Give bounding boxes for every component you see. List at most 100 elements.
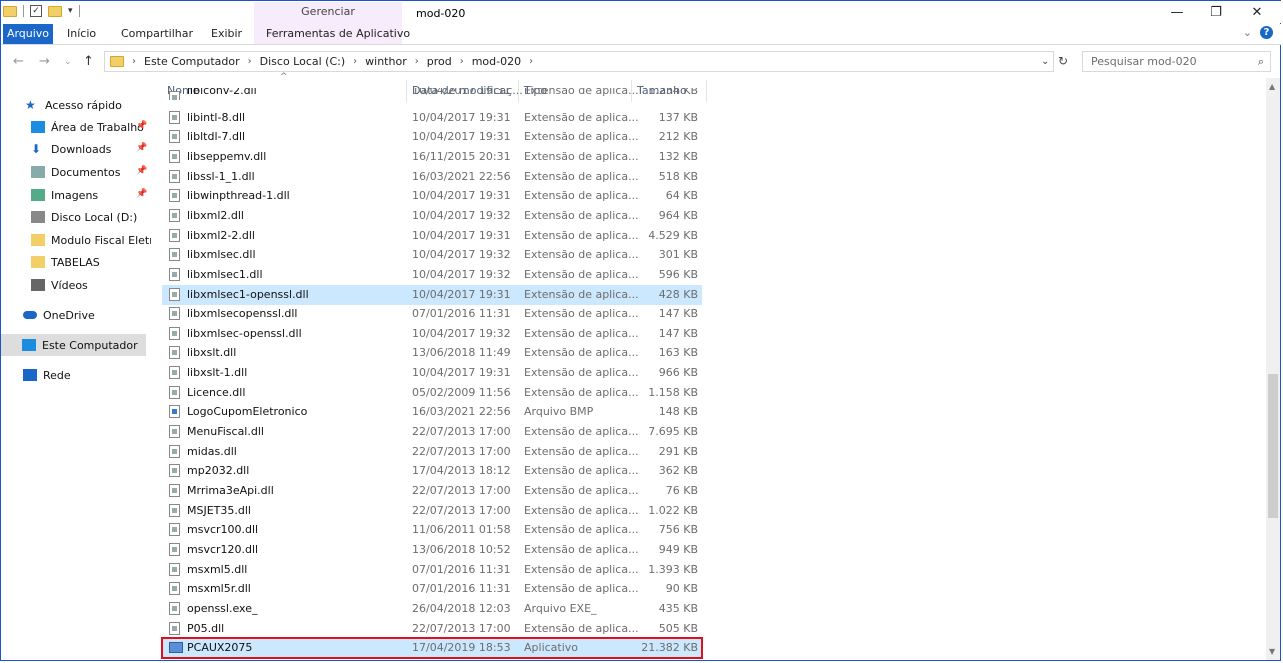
help-icon[interactable]: ? xyxy=(1260,26,1273,39)
file-row[interactable]: libssl-1_1.dll 16/03/2021 22:56 Extensão d… xyxy=(162,167,702,187)
vertical-scrollbar[interactable]: ▲ ▼ xyxy=(1266,78,1280,660)
customize-toolbar-icon[interactable]: ▾ xyxy=(68,6,73,16)
file-date: 11/06/2011 01:58 xyxy=(412,523,511,537)
forward-arrow-icon[interactable]: → xyxy=(39,54,50,69)
file-row[interactable]: libxml2.dll 10/04/2017 19:32 Extensão de a… xyxy=(162,206,702,226)
tab-view[interactable]: Exibir xyxy=(211,24,242,44)
tab-share[interactable]: Compartilhar xyxy=(121,24,193,44)
file-size: 756 KB xyxy=(658,523,698,537)
file-row[interactable]: libxmlsec-openssl.dll 10/04/2017 19:32 Ext… xyxy=(162,324,702,344)
file-row[interactable]: LogoCupomEletronico 16/03/2021 22:56 Arqui… xyxy=(162,402,702,422)
breadcrumb-prod[interactable]: prod xyxy=(427,55,452,68)
file-row[interactable]: libseppemv.dll 16/11/2015 20:31 Extensão d… xyxy=(162,147,702,167)
search-input[interactable]: Pesquisar mod-020 ⌕ xyxy=(1082,51,1271,72)
file-name: msvcr100.dll xyxy=(187,523,259,537)
breadcrumb-winthor[interactable]: winthor xyxy=(365,55,407,68)
file-row[interactable]: libxmlsecopenssl.dll 07/01/2016 11:31 Exte… xyxy=(162,304,702,324)
breadcrumb-separator-icon[interactable]: › xyxy=(353,56,357,67)
up-arrow-icon[interactable]: ↑ xyxy=(83,54,94,69)
tab-home[interactable]: Início xyxy=(67,24,96,44)
close-button[interactable]: ✕ xyxy=(1237,3,1277,23)
file-row[interactable]: libwinpthread-1.dll 10/04/2017 19:31 Exten… xyxy=(162,186,702,206)
file-row[interactable]: Licence.dll 05/02/2009 11:56 Extensão de a… xyxy=(162,383,702,403)
file-row[interactable]: libxml2-2.dll 10/04/2017 19:31 Extensão de… xyxy=(162,226,702,246)
minimize-button[interactable]: — xyxy=(1157,3,1197,23)
sidebar-item[interactable]: Área de Trabalho xyxy=(31,116,151,138)
breadcrumb-separator-icon[interactable]: › xyxy=(132,56,136,67)
file-size: 90 KB xyxy=(665,582,698,596)
tab-application-tools[interactable]: Ferramentas de Aplicativo xyxy=(266,24,410,44)
breadcrumb-separator-icon[interactable]: › xyxy=(248,56,252,67)
file-row[interactable]: Mrrima3eApi.dll 22/07/2013 17:00 Extensão … xyxy=(162,481,702,501)
breadcrumb-this-pc[interactable]: Este Computador xyxy=(144,55,240,68)
breadcrumb-drive-c[interactable]: Disco Local (C:) xyxy=(260,55,346,68)
file-date: 17/04/2013 18:12 xyxy=(412,464,511,478)
sidebar-item[interactable]: ★ Acesso rápido xyxy=(25,94,151,116)
file-date: 22/07/2013 17:00 xyxy=(412,444,511,458)
file-row[interactable]: MenuFiscal.dll 22/07/2013 17:00 Extensão d… xyxy=(162,422,702,442)
breadcrumb-separator-icon[interactable]: › xyxy=(415,56,419,67)
scroll-down-arrow-icon[interactable]: ▼ xyxy=(1269,647,1275,656)
properties-check-icon[interactable]: ✓ xyxy=(30,5,42,17)
column-divider[interactable] xyxy=(706,80,707,102)
file-icon xyxy=(169,346,180,360)
search-icon[interactable]: ⌕ xyxy=(1258,52,1264,71)
expand-ribbon-chevron-icon[interactable]: ⌄ xyxy=(1243,26,1252,39)
context-tab-manage[interactable]: Gerenciar xyxy=(254,2,402,25)
file-row[interactable]: msxml5.dll 07/01/2016 11:31 Extensão de ap… xyxy=(162,560,702,580)
file-row[interactable]: libxmlsec.dll 10/04/2017 19:32 Extensão de… xyxy=(162,245,702,265)
address-history-chevron-icon[interactable]: ⌄ xyxy=(1041,56,1049,67)
file-row[interactable]: libxslt-1.dll 10/04/2017 19:31 Extensão de… xyxy=(162,363,702,383)
file-type: Extensão de aplica... xyxy=(524,503,639,517)
file-row[interactable]: libintl-8.dll 10/04/2017 19:31 Extensão de… xyxy=(162,108,702,128)
maximize-button[interactable]: ❐ xyxy=(1196,3,1236,23)
sidebar-item[interactable]: Documentos xyxy=(31,161,151,183)
file-type: Extensão de aplica... xyxy=(524,169,639,183)
file-row[interactable]: libiconv-2.dll 10/04/2017 19:31 Extensão d… xyxy=(162,88,702,100)
file-date: 10/04/2017 19:32 xyxy=(412,267,511,281)
file-row[interactable]: P05.dll 22/07/2013 17:00 Extensão de aplic… xyxy=(162,619,702,639)
file-row[interactable]: libxmlsec1-openssl.dll 10/04/2017 19:31 Ex… xyxy=(162,284,702,305)
back-arrow-icon[interactable]: ← xyxy=(13,54,24,69)
file-type: Extensão de aplica... xyxy=(524,88,639,97)
sidebar-item[interactable]: Imagens xyxy=(31,184,151,206)
new-folder-icon[interactable] xyxy=(48,5,62,17)
file-row[interactable]: msxml5r.dll 07/01/2016 11:31 Extensão de a… xyxy=(162,579,702,599)
file-row[interactable]: mp2032.dll 17/04/2013 18:12 Extensão de ap… xyxy=(162,461,702,481)
scroll-up-arrow-icon[interactable]: ▲ xyxy=(1269,82,1275,91)
sidebar-item[interactable]: Rede xyxy=(23,364,151,386)
sidebar-item[interactable]: OneDrive xyxy=(23,304,151,326)
sidebar-item[interactable]: Vídeos xyxy=(31,274,151,296)
sidebar-item[interactable]: Modulo Fiscal Eletrônico xyxy=(31,229,151,251)
file-row[interactable]: libltdl-7.dll 10/04/2017 19:31 Extensão de… xyxy=(162,127,702,147)
file-row[interactable]: msvcr100.dll 11/06/2011 01:58 Extensão de … xyxy=(162,520,702,540)
file-row[interactable]: openssl.exe_ 26/04/2018 12:03 Arquivo EXE_… xyxy=(162,599,702,619)
breadcrumb-mod-020[interactable]: mod-020 xyxy=(472,55,521,68)
breadcrumb-separator-icon[interactable]: › xyxy=(460,56,464,67)
sidebar-item[interactable]: Este Computador xyxy=(1,334,146,356)
recent-locations-chevron-icon[interactable]: ⌄ xyxy=(64,57,72,67)
file-row[interactable]: midas.dll 22/07/2013 17:00 Extensão de apl… xyxy=(162,442,702,462)
sidebar-item[interactable]: Disco Local (D:) xyxy=(31,206,151,228)
address-bar[interactable]: › Este Computador › Disco Local (C:) › w… xyxy=(104,51,1054,72)
refresh-icon[interactable]: ↻ xyxy=(1058,54,1068,68)
file-icon xyxy=(169,484,180,497)
file-date: 22/07/2013 17:00 xyxy=(412,503,511,517)
breadcrumb-separator-icon[interactable]: › xyxy=(529,56,533,67)
scrollbar-thumb[interactable] xyxy=(1268,374,1278,518)
file-size: 291 KB xyxy=(658,444,698,458)
file-row[interactable]: PCAUX2075 17/04/2019 18:53 Aplicativo 21.38… xyxy=(161,637,703,660)
file-icon xyxy=(169,130,180,144)
file-type: Extensão de aplica... xyxy=(524,562,639,576)
file-name: libxml2.dll xyxy=(187,208,244,222)
file-row[interactable]: libxmlsec1.dll 10/04/2017 19:32 Extensão d… xyxy=(162,265,702,285)
file-row[interactable]: MSJET35.dll 22/07/2013 17:00 Extensão de a… xyxy=(162,501,702,521)
file-row[interactable]: msvcr120.dll 13/06/2018 10:52 Extensão de … xyxy=(162,540,702,560)
sidebar-item[interactable]: TABELAS xyxy=(31,251,151,273)
file-date: 13/06/2018 11:49 xyxy=(412,346,511,360)
folder-icon xyxy=(110,56,124,67)
file-row[interactable]: libxslt.dll 13/06/2018 11:49 Extensão de a… xyxy=(162,343,702,363)
tab-file[interactable]: Arquivo xyxy=(3,24,53,44)
sidebar-item[interactable]: ⬇ Downloads xyxy=(31,138,151,160)
file-name: msvcr120.dll xyxy=(187,542,259,556)
